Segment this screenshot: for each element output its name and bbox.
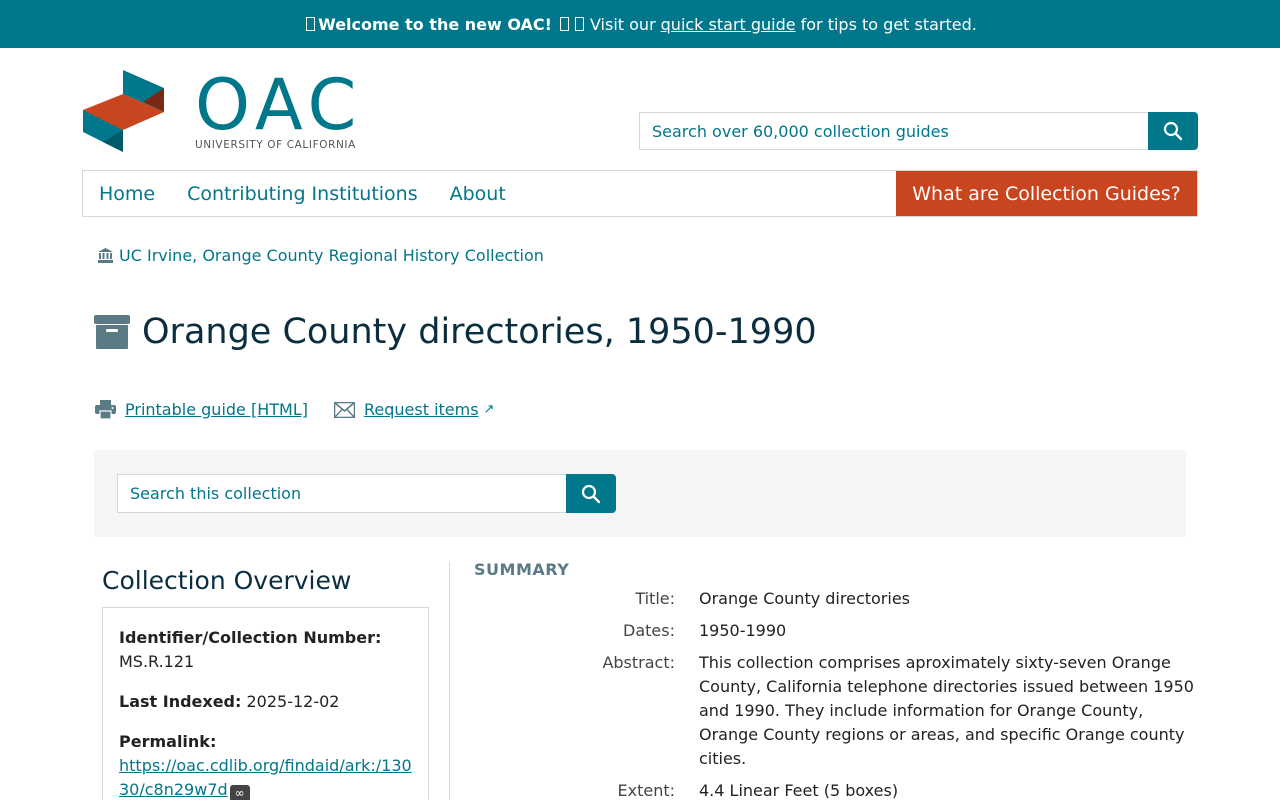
- logo-subtitle: UNIVERSITY OF CALIFORNIA: [195, 139, 356, 151]
- envelope-icon: [333, 401, 355, 418]
- nav-about[interactable]: About: [450, 183, 506, 205]
- summary-label: Extent:: [617, 781, 676, 800]
- quick-start-guide-link[interactable]: quick start guide: [661, 15, 796, 34]
- breadcrumb[interactable]: UC Irvine, Orange County Regional Histor…: [98, 246, 544, 265]
- guide-actions: Printable guide [HTML] Request items ↗: [95, 400, 520, 419]
- collection-overview-box: Identifier/Collection Number: MS.R.121 L…: [102, 607, 429, 800]
- summary-heading: SUMMARY: [474, 560, 570, 579]
- permalink-label: Permalink:: [119, 732, 217, 751]
- what-are-collection-guides-button[interactable]: What are Collection Guides?: [896, 171, 1197, 216]
- summary-label: Title:: [635, 589, 675, 608]
- banner-text-tail: for tips to get started.: [800, 14, 977, 34]
- collection-overview-heading: Collection Overview: [102, 566, 352, 595]
- search-icon: [581, 484, 601, 503]
- breadcrumb-institution-link[interactable]: UC Irvine, Orange County Regional Histor…: [119, 246, 544, 265]
- collection-search: [117, 474, 616, 513]
- printer-icon: [95, 400, 116, 419]
- summary-value: 4.4 Linear Feet (5 boxes): [699, 781, 899, 800]
- summary-value: 1950-1990: [699, 621, 787, 640]
- collection-search-button[interactable]: [566, 474, 616, 513]
- page-title: Orange County directories, 1950-1990: [142, 312, 817, 352]
- site-search-input[interactable]: [639, 112, 1148, 150]
- last-indexed-value: 2025-12-02: [246, 692, 340, 711]
- glyph-placeholder-icon: [306, 17, 316, 31]
- copy-permalink-icon[interactable]: ∞: [229, 785, 250, 800]
- logo-wordmark: OAC: [195, 64, 363, 146]
- banner-text: Visit our: [589, 14, 656, 34]
- glyph-placeholder-icon: [559, 17, 569, 31]
- institution-icon: [98, 248, 113, 263]
- collection-search-input[interactable]: [117, 474, 566, 513]
- summary-label: Dates:: [623, 621, 675, 640]
- collection-search-panel: [94, 450, 1186, 537]
- oac-logo[interactable]: OAC UNIVERSITY OF CALIFORNIA: [83, 64, 373, 152]
- search-icon: [1163, 121, 1183, 141]
- identifier-label: Identifier/Collection Number:: [119, 628, 382, 647]
- summary-row-abstract: Abstract: This collection comprises apro…: [474, 651, 1199, 771]
- site-search: [639, 112, 1198, 150]
- summary-value: Orange County directories: [699, 589, 911, 608]
- summary-value: This collection comprises aproximately s…: [699, 653, 1194, 768]
- banner-bold-text: Welcome to the new OAC!: [318, 14, 552, 34]
- welcome-banner: Welcome to the new OAC! Visit our quick …: [0, 0, 1280, 48]
- site-search-button[interactable]: [1148, 112, 1198, 150]
- printable-guide-link[interactable]: Printable guide [HTML]: [125, 400, 308, 419]
- request-items-link[interactable]: Request items: [364, 400, 479, 419]
- summary-row-extent: Extent: 4.4 Linear Feet (5 boxes): [474, 779, 1199, 800]
- printable-guide-action[interactable]: Printable guide [HTML]: [95, 400, 308, 419]
- summary-row-title: Title: Orange County directories: [474, 587, 1199, 611]
- permalink-link[interactable]: https://oac.cdlib.org/findaid/ark:/13030…: [119, 756, 412, 799]
- summary-table: Title: Orange County directories Dates: …: [474, 587, 1199, 800]
- nav-home[interactable]: Home: [99, 183, 155, 205]
- glyph-placeholder-icon: [574, 17, 584, 31]
- external-link-icon: ↗: [483, 402, 495, 417]
- identifier-block: Identifier/Collection Number: MS.R.121: [119, 626, 412, 674]
- identifier-value: MS.R.121: [119, 652, 195, 671]
- summary-row-dates: Dates: 1950-1990: [474, 619, 1199, 643]
- archive-box-icon: [94, 315, 130, 349]
- last-indexed-block: Last Indexed: 2025-12-02: [119, 690, 412, 714]
- oac-logo-mark-icon: [83, 70, 164, 152]
- summary-label: Abstract:: [602, 653, 675, 672]
- column-divider: [449, 562, 450, 800]
- permalink-block: Permalink: https://oac.cdlib.org/findaid…: [119, 730, 412, 800]
- nav-contributing-institutions[interactable]: Contributing Institutions: [187, 183, 418, 205]
- page-title-row: Orange County directories, 1950-1990: [94, 312, 817, 352]
- request-items-action[interactable]: Request items ↗: [333, 400, 495, 419]
- last-indexed-label: Last Indexed:: [119, 692, 242, 711]
- main-nav: Home Contributing Institutions About Wha…: [82, 170, 1198, 217]
